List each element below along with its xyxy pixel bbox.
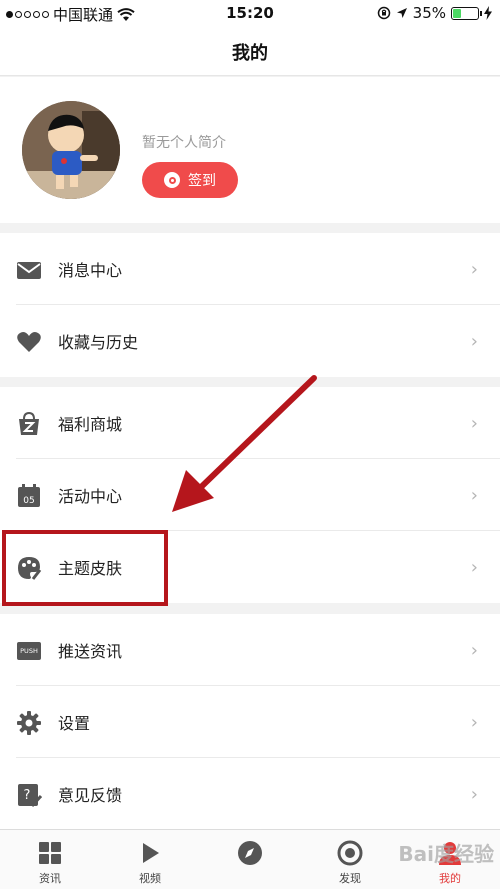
heart-icon (17, 332, 41, 352)
menu-item-push-news[interactable]: PUSH 推送资讯 › (0, 614, 500, 686)
feedback-icon: ? (18, 784, 42, 808)
profile-bio: 暂无个人简介 (142, 135, 226, 151)
calendar-icon: 05 (18, 484, 40, 507)
tab-compass[interactable] (200, 830, 300, 889)
svg-text:05: 05 (23, 496, 34, 506)
menu-item-label: 福利商城 (58, 415, 123, 434)
orientation-lock-icon (377, 6, 390, 20)
charging-icon (484, 6, 492, 20)
menu-item-label: 意见反馈 (58, 786, 123, 805)
chevron-right-icon: › (470, 330, 478, 352)
svg-text:?: ? (24, 788, 31, 803)
tab-label: 资讯 (39, 872, 61, 885)
status-right: 35% (377, 4, 492, 22)
menu-item-activity-center[interactable]: 05 活动中心 › (0, 459, 500, 531)
grid-icon (39, 842, 61, 864)
chevron-right-icon: › (470, 556, 478, 578)
navigation-bar: 我的 (0, 28, 500, 76)
checkin-label: 签到 (188, 173, 216, 189)
battery-icon (451, 6, 482, 20)
tab-label: 我的 (439, 872, 461, 885)
menu-item-label: 活动中心 (58, 487, 123, 506)
chevron-right-icon: › (470, 484, 478, 506)
battery-percent: 35% (412, 4, 446, 22)
chevron-right-icon: › (470, 412, 478, 434)
envelope-icon (17, 262, 41, 279)
chevron-right-icon: › (470, 711, 478, 733)
location-icon (396, 8, 407, 18)
chevron-right-icon: › (470, 783, 478, 805)
menu-item-label: 推送资讯 (58, 642, 123, 661)
tab-label: 视频 (139, 872, 161, 885)
menu-item-favorites-history[interactable]: 收藏与历史 › (0, 305, 500, 377)
avatar[interactable] (22, 101, 120, 199)
menu-item-settings[interactable]: 设置 › (0, 686, 500, 758)
svg-text:PUSH: PUSH (20, 647, 38, 655)
menu-item-label: 收藏与历史 (58, 333, 139, 352)
page-title: 我的 (232, 42, 268, 64)
checkin-icon (164, 172, 180, 188)
status-bar: 中国联通 15:20 35% (0, 0, 500, 28)
push-icon: PUSH (17, 642, 41, 660)
menu-item-feedback[interactable]: ? 意见反馈 › (0, 758, 500, 830)
shopping-bag-icon (19, 411, 39, 435)
chevron-right-icon: › (470, 258, 478, 280)
checkin-button[interactable]: 签到 (142, 162, 238, 198)
menu-item-label: 设置 (58, 714, 91, 733)
menu-group-1: 消息中心 › 收藏与历史 › (0, 233, 500, 377)
menu-item-welfare-mall[interactable]: 福利商城 › (0, 387, 500, 459)
watermark: Bai度经验 (398, 842, 494, 866)
menu-item-label: 消息中心 (58, 261, 123, 280)
gear-icon (17, 711, 41, 735)
tab-label: 发现 (339, 872, 361, 885)
menu-group-3: PUSH 推送资讯 › 设置 › ? 意见反馈 › (0, 614, 500, 830)
profile-card: 暂无个人简介 签到 (0, 77, 500, 223)
target-icon (337, 840, 363, 866)
menu-item-message-center[interactable]: 消息中心 › (0, 233, 500, 305)
highlight-box (2, 530, 168, 606)
compass-icon (238, 841, 262, 865)
screen: 中国联通 15:20 35% 我的 暂无个人简介 签到 消息中心 › 收藏与历史… (0, 0, 500, 889)
play-icon (143, 843, 159, 863)
tab-discover[interactable]: 发现 (300, 830, 400, 889)
tab-news[interactable]: 资讯 (0, 830, 100, 889)
tab-video[interactable]: 视频 (100, 830, 200, 889)
chevron-right-icon: › (470, 639, 478, 661)
